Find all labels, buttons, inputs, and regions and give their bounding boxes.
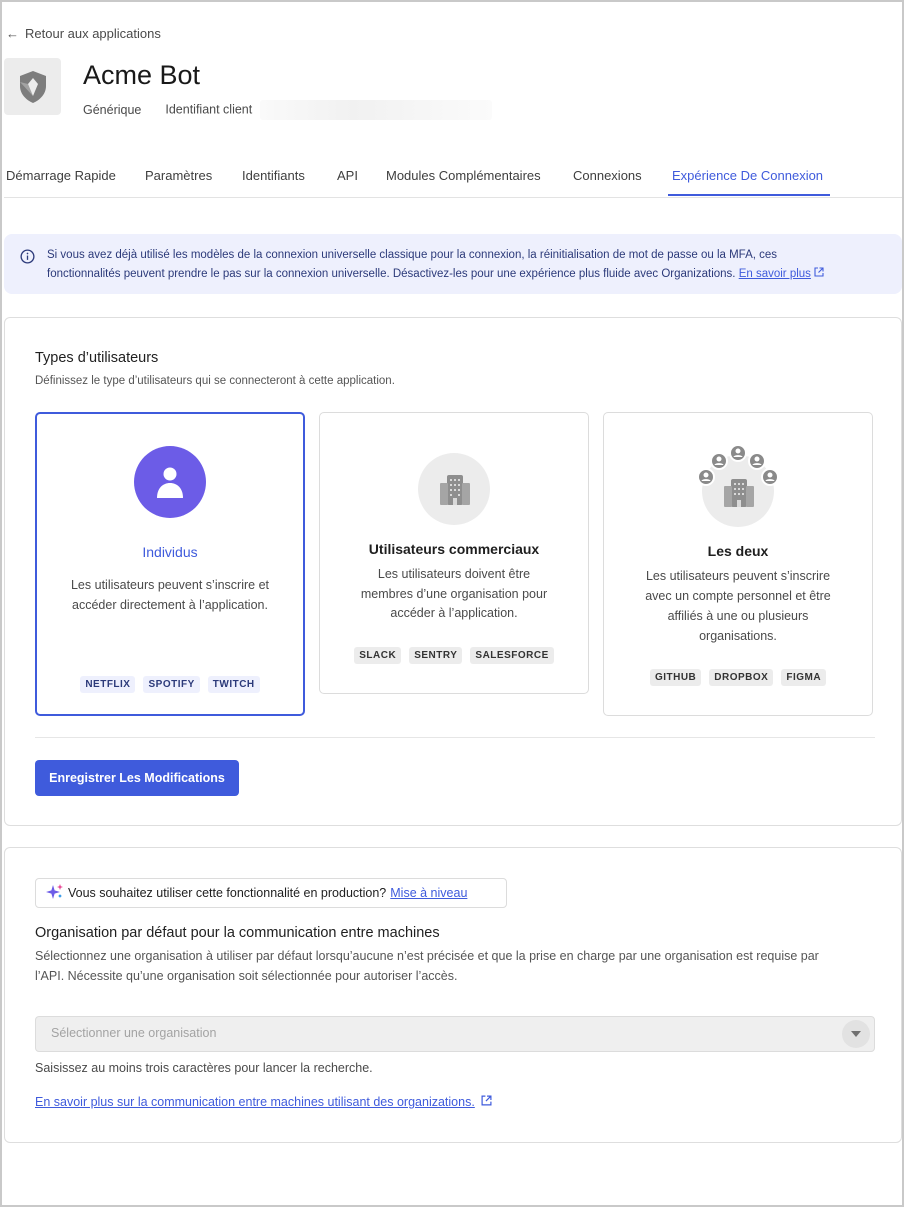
chip: SPOTIFY [143,676,200,693]
save-changes-button[interactable]: Enregistrer Les Modifications [35,760,239,796]
user-types-card: Types d’utilisateurs Définissez le type … [4,317,902,826]
banner-text-line2: fonctionnalités peuvent prendre le pas s… [47,265,886,284]
banner-text-line2-body: fonctionnalités peuvent prendre le pas s… [47,268,736,280]
chip: NETFLIX [80,676,136,693]
upgrade-text: Vous souhaitez utiliser cette fonctionna… [68,886,387,900]
tab-login-experience[interactable]: Expérience De Connexion [672,168,823,204]
m2m-learn-more-link[interactable]: En savoir plus sur la communication entr… [35,1095,492,1109]
person-avatar-icon [134,446,206,518]
m2m-learn-more-label: En savoir plus sur la communication entr… [35,1095,475,1109]
option-desc-line: membres d’une organisation pour [360,586,548,601]
app-logo-shield-icon [4,58,61,115]
chip: TWITCH [207,676,260,693]
chip: SALESFORCE [470,647,554,664]
app-header: Acme Bot Générique Identifiant client [4,58,492,120]
select-placeholder: Sélectionner une organisation [51,1026,217,1040]
info-icon [20,249,35,271]
chip: SENTRY [409,647,463,664]
chip: GITHUB [649,669,702,686]
option-desc-line: organisations. [699,629,777,643]
option-desc-line: affiliés à une ou plusieurs [667,609,809,623]
sparkle-icon [46,883,64,904]
option-desc-line: accéder à l’application. [390,606,518,620]
tab-quick-start[interactable]: Démarrage Rapide [6,168,116,204]
tab-addons[interactable]: Modules Complémentaires [386,168,541,204]
client-id: Identifiant client [165,100,492,120]
m2m-desc-line2: l’API. Nécessite qu’une organisation soi… [35,969,458,983]
organization-select[interactable]: Sélectionner une organisation [35,1016,875,1052]
active-tab-indicator [668,194,830,196]
m2m-desc-line1: Sélectionnez une organisation à utiliser… [35,949,819,963]
user-type-option-business[interactable]: Utilisateurs commerciaux Les utilisateur… [319,412,589,694]
back-link-label: Retour aux applications [25,26,161,41]
option-desc-line: avec un compte personnel et être [645,589,831,603]
user-bubbles-icon [697,444,779,486]
upgrade-callout: Vous souhaitez utiliser cette fonctionna… [35,878,507,908]
option-description: Les utilisateurs doivent être membres d’… [338,565,570,624]
example-chips: NETFLIX SPOTIFY TWITCH [37,676,303,693]
app-meta: Générique Identifiant client [83,100,492,120]
user-type-option-individuals[interactable]: Individus Les utilisateurs peuvent s’ins… [35,412,305,716]
upgrade-link[interactable]: Mise à niveau [390,886,467,900]
chip: FIGMA [781,669,827,686]
page-frame: ← Retour aux applications Acme Bot Génér… [0,0,904,1207]
tab-connections[interactable]: Connexions [573,168,642,204]
tab-credentials[interactable]: Identifiants [242,168,305,204]
option-title: Individus [142,544,198,560]
option-desc-line: accéder directement à l’application. [72,598,268,612]
m2m-card: Vous souhaitez utiliser cette fonctionna… [4,847,902,1143]
back-to-applications-link[interactable]: ← Retour aux applications [6,26,161,41]
option-desc-line: Les utilisateurs peuvent s’inscrire et [70,578,269,592]
tab-bar: Démarrage Rapide Paramètres Identifiants… [4,162,902,198]
chip: SLACK [354,647,402,664]
banner-learn-more-link[interactable]: En savoir plus [739,268,811,280]
app-title: Acme Bot [83,60,201,90]
option-description: Les utilisateurs peuvent s’inscrire et a… [55,575,285,615]
m2m-title: Organisation par défaut pour la communic… [35,925,440,941]
user-type-option-both[interactable]: Les deux Les utilisateurs peuvent s’insc… [603,412,873,716]
chip: DROPBOX [709,669,774,686]
tab-settings[interactable]: Paramètres [145,168,212,204]
external-link-icon [814,267,824,280]
client-id-value-redacted [259,100,492,120]
info-banner: Si vous avez déjà utilisé les modèles de… [4,234,902,294]
client-id-label: Identifiant client [165,102,253,117]
app-type: Générique [83,103,142,117]
example-chips: SLACK SENTRY SALESFORCE [320,647,588,664]
example-chips: GITHUB DROPBOX FIGMA [604,669,872,686]
arrow-left-icon: ← [6,26,19,41]
external-link-icon [481,1095,492,1109]
option-description: Les utilisateurs peuvent s’inscrire avec… [622,566,854,646]
option-desc-line: Les utilisateurs doivent être [377,567,531,581]
banner-text-line1: Si vous avez déjà utilisé les modèles de… [47,249,778,261]
chevron-down-icon[interactable] [842,1020,870,1048]
option-title: Les deux [707,543,769,559]
user-types-title: Types d’utilisateurs [35,350,159,366]
divider [35,737,875,738]
option-title: Utilisateurs commerciaux [368,541,540,557]
option-desc-line: Les utilisateurs peuvent s’inscrire [645,569,831,583]
tab-api[interactable]: API [337,168,358,204]
user-types-subtitle: Définissez le type d’utilisateurs qui se… [35,375,395,387]
building-icon [418,453,490,525]
select-hint: Saisissez au moins trois caractères pour… [35,1061,373,1075]
